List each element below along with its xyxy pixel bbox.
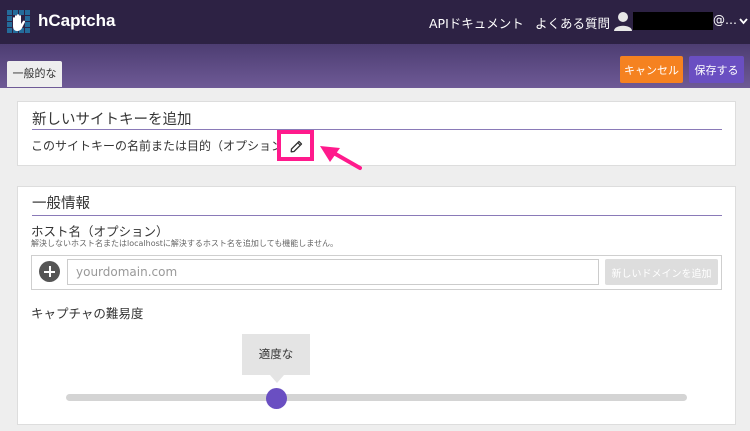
user-email-suffix[interactable]: @… [713,13,737,27]
nav-api-docs[interactable]: APIドキュメント [429,13,524,32]
divider [32,215,722,216]
pencil-icon [290,140,303,153]
edit-sitekey-name-button[interactable] [277,130,314,161]
difficulty-slider-track[interactable] [66,394,687,401]
brand-name[interactable]: hCaptcha [38,11,115,31]
general-info-title: 一般情報 [32,196,90,212]
tab-general[interactable]: 一般的な [7,61,62,87]
hostname-help-text: 解決しないホスト名またはlocalhostに解決するホスト名を追加しても機能しま… [31,239,339,248]
nav-faq[interactable]: よくある質問 [535,13,610,32]
cancel-button[interactable]: キャンセル [620,56,683,83]
captcha-difficulty-label: キャプチャの難易度 [31,306,144,321]
save-button[interactable]: 保存する [689,56,744,83]
hostname-input[interactable] [67,259,599,285]
new-sitekey-title: 新しいサイトキーを追加 [32,112,192,128]
sitekey-name-label: このサイトキーの名前または目的（オプション） [31,139,296,153]
hcaptcha-logo-icon[interactable] [6,9,32,35]
plus-circle-icon[interactable] [39,261,60,282]
top-navigation-bar: hCaptcha APIドキュメント よくある質問 @… [0,0,750,44]
difficulty-value-tooltip: 適度な [242,334,310,375]
add-domain-button[interactable]: 新しいドメインを追加 [605,259,718,285]
new-sitekey-card: 新しいサイトキーを追加 [17,101,736,166]
redacted-user-email [633,12,713,30]
divider [32,129,722,130]
tooltip-pointer [270,375,284,383]
chevron-down-icon[interactable] [739,18,748,25]
pink-arrow-annotation [320,146,362,170]
difficulty-slider-handle[interactable] [266,388,287,409]
user-icon[interactable] [614,11,632,31]
